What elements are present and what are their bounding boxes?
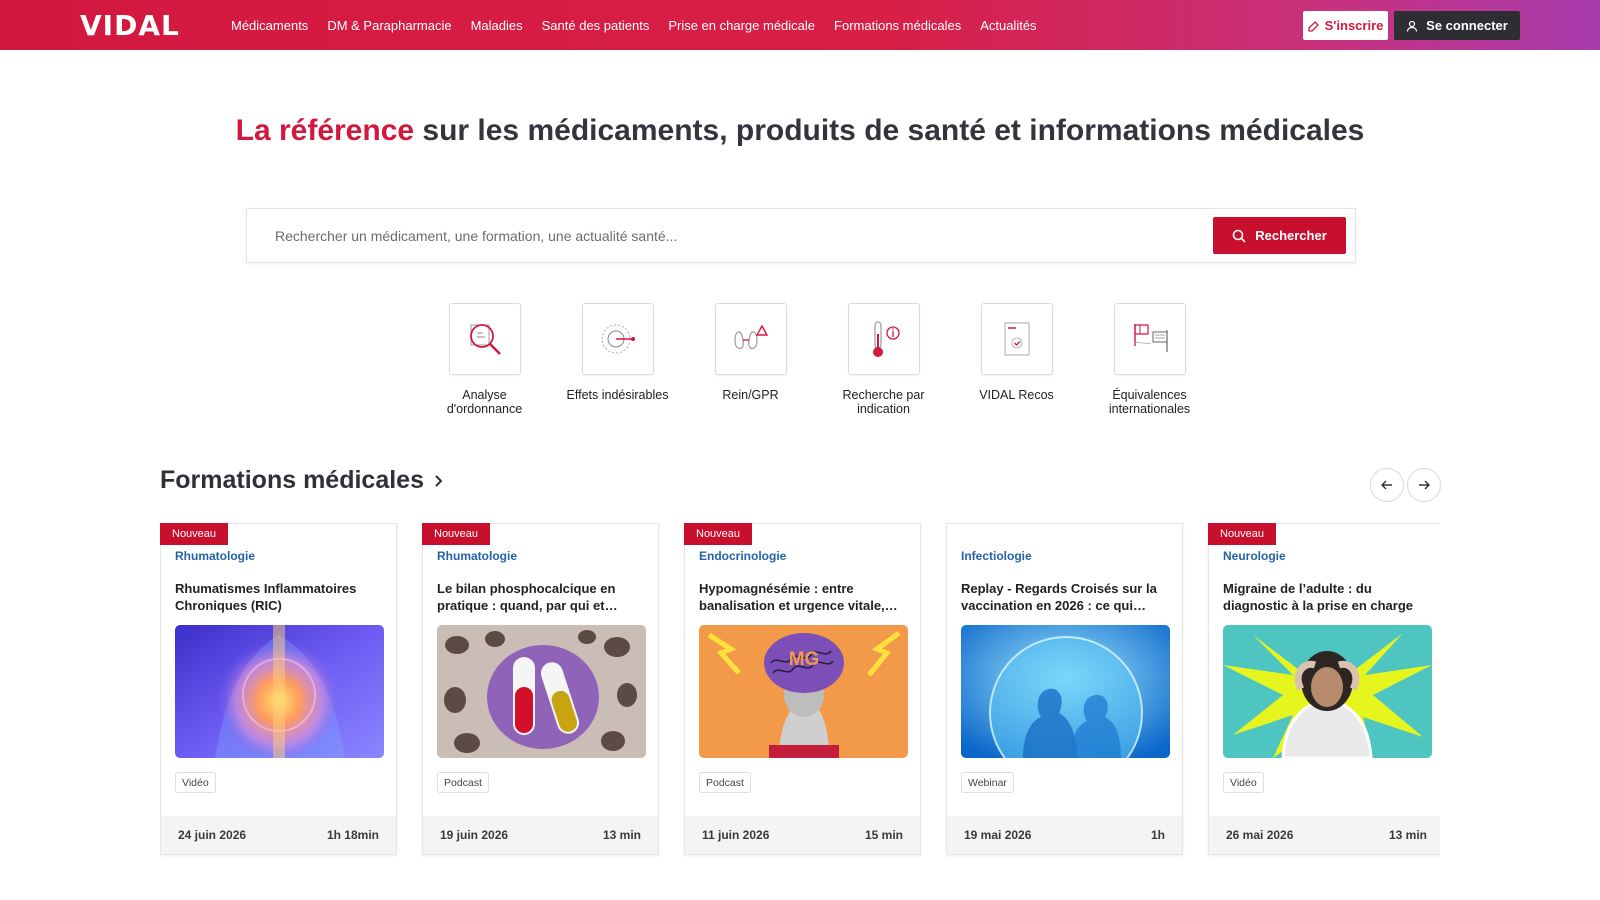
card-duration: 1h: [1150, 828, 1165, 842]
carousel-prev-button[interactable]: [1370, 468, 1404, 502]
top-navigation-bar: VIDAL Médicaments DM & Parapharmacie Mal…: [0, 0, 1600, 50]
formation-card[interactable]: Infectiologie Replay - Regards Croisés s…: [946, 523, 1183, 855]
nav-maladies[interactable]: Maladies: [471, 18, 523, 33]
section-title: Formations médicales: [160, 466, 424, 494]
tool-equivalences[interactable]: Équivalences internationales: [1083, 303, 1216, 416]
quick-tools: Analyse d'ordonnance Effets indésirables…: [418, 303, 1216, 416]
card-thumbnail-headache: [1223, 625, 1432, 758]
nav-formations[interactable]: Formations médicales: [834, 18, 961, 33]
tool-label: Effets indésirables: [566, 388, 669, 402]
card-footer: 24 juin 2026 1h 18min: [161, 816, 396, 854]
card-duration: 13 min: [1388, 828, 1427, 842]
tool-label: VIDAL Recos: [979, 388, 1054, 402]
target-arrow-icon: [581, 303, 654, 375]
search-bar: Rechercher: [246, 208, 1356, 263]
new-badge: Nouveau: [160, 523, 229, 545]
card-category: Infectiologie: [961, 549, 1032, 563]
formations-carousel: Nouveau Rhumatologie Rhumatismes Inflamm…: [160, 523, 1440, 858]
card-title: Migraine de l’adulte : du diagnostic à l…: [1223, 581, 1414, 613]
tool-label: Recherche par indication: [842, 388, 925, 416]
vidal-logo[interactable]: VIDAL: [80, 8, 180, 42]
formation-card[interactable]: Nouveau Rhumatologie Rhumatismes Inflamm…: [160, 523, 397, 855]
tool-recherche-indication[interactable]: Recherche par indication: [817, 303, 950, 416]
tool-label: Analyse d'ordonnance: [446, 388, 523, 416]
card-title: Replay - Regards Croisés sur la vaccinat…: [961, 581, 1157, 613]
content-type-tag: Podcast: [437, 772, 489, 793]
arrow-left-icon: [1381, 480, 1392, 490]
thermometer-info-icon: [847, 303, 920, 375]
card-thumbnail-spine: [175, 625, 384, 758]
search-input[interactable]: [275, 224, 1155, 248]
tool-label: Rein/GPR: [722, 388, 779, 402]
tool-rein-gpr[interactable]: Rein/GPR: [684, 303, 817, 416]
search-button[interactable]: Rechercher: [1213, 217, 1346, 254]
formation-card[interactable]: Nouveau Neurologie Migraine de l’adulte …: [1208, 523, 1440, 855]
user-icon: [1407, 20, 1418, 32]
edit-icon: [1307, 20, 1319, 32]
thumbnail-mg-label: MG: [788, 649, 820, 670]
nav-medicaments[interactable]: Médicaments: [231, 18, 308, 33]
nav-sante-patients[interactable]: Santé des patients: [542, 18, 650, 33]
signup-button[interactable]: S'inscrire: [1303, 11, 1388, 40]
magnifier-prescription-icon: [448, 303, 521, 375]
card-title: Hypomagnésémie : entre banalisation et u…: [699, 581, 885, 613]
page-title: La référence sur les médicaments, produi…: [0, 114, 1600, 148]
new-badge: Nouveau: [684, 523, 753, 545]
card-category: Neurologie: [1223, 549, 1286, 563]
content-type-tag: Vidéo: [175, 772, 216, 793]
card-title: Le bilan phosphocalcique en pratique : q…: [437, 581, 616, 613]
card-footer: 26 mai 2026 13 min: [1209, 816, 1440, 854]
card-date: 26 mai 2026: [1226, 828, 1294, 842]
card-category: Rhumatologie: [175, 549, 255, 563]
card-thumbnail-bubble-profiles: [961, 625, 1170, 758]
arrow-right-icon: [1419, 480, 1430, 490]
search-icon: [1232, 229, 1246, 243]
formation-card[interactable]: Nouveau Rhumatologie Le bilan phosphocal…: [422, 523, 659, 855]
card-date: 19 mai 2026: [964, 828, 1032, 842]
chevron-right-icon: [435, 474, 443, 487]
new-badge: Nouveau: [1208, 523, 1277, 545]
card-title: Rhumatismes Inflammatoires Chroniques (R…: [175, 581, 357, 613]
tool-vidal-recos[interactable]: VIDAL Recos: [950, 303, 1083, 416]
card-date: 19 juin 2026: [440, 828, 509, 842]
tool-label: Équivalences internationales: [1108, 388, 1191, 416]
card-thumbnail-test-tubes: [437, 625, 646, 758]
tool-analyse-ordonnance[interactable]: Analyse d'ordonnance: [418, 303, 551, 416]
page-title-accent: La référence: [235, 114, 415, 147]
content-type-tag: Podcast: [699, 772, 751, 793]
flags-icon: [1113, 303, 1186, 375]
card-date: 11 juin 2026: [702, 828, 770, 842]
search-button-label: Rechercher: [1255, 228, 1327, 243]
card-thumbnail-brain-mg: MG: [699, 625, 908, 758]
section-formations-link[interactable]: Formations médicales: [160, 466, 444, 495]
login-button[interactable]: Se connecter: [1394, 11, 1520, 40]
card-footer: 19 juin 2026 13 min: [423, 816, 658, 854]
new-badge: Nouveau: [422, 523, 491, 545]
card-date: 24 juin 2026: [178, 828, 247, 842]
kidney-warning-icon: [714, 303, 787, 375]
page-title-rest: sur les médicaments, produits de santé e…: [414, 114, 1365, 147]
tool-effets-indesirables[interactable]: Effets indésirables: [551, 303, 684, 416]
signup-label: S'inscrire: [1324, 18, 1384, 33]
nav-dm-parapharmacie[interactable]: DM & Parapharmacie: [327, 18, 451, 33]
formation-card[interactable]: Nouveau Endocrinologie Hypomagnésémie : …: [684, 523, 921, 855]
card-duration: 15 min: [864, 828, 903, 842]
card-duration: 1h 18min: [326, 828, 379, 842]
main-nav: Médicaments DM & Parapharmacie Maladies …: [231, 0, 1037, 50]
nav-prise-en-charge[interactable]: Prise en charge médicale: [668, 18, 815, 33]
card-footer: 19 mai 2026 1h: [947, 816, 1182, 854]
document-check-icon: [980, 303, 1053, 375]
card-duration: 13 min: [602, 828, 641, 842]
login-label: Se connecter: [1426, 18, 1508, 33]
card-category: Endocrinologie: [699, 549, 787, 563]
card-category: Rhumatologie: [437, 549, 517, 563]
carousel-next-button[interactable]: [1407, 468, 1441, 502]
card-footer: 11 juin 2026 15 min: [685, 816, 920, 854]
nav-actualites[interactable]: Actualités: [980, 18, 1036, 33]
content-type-tag: Vidéo: [1223, 772, 1264, 793]
content-type-tag: Webinar: [961, 772, 1014, 793]
